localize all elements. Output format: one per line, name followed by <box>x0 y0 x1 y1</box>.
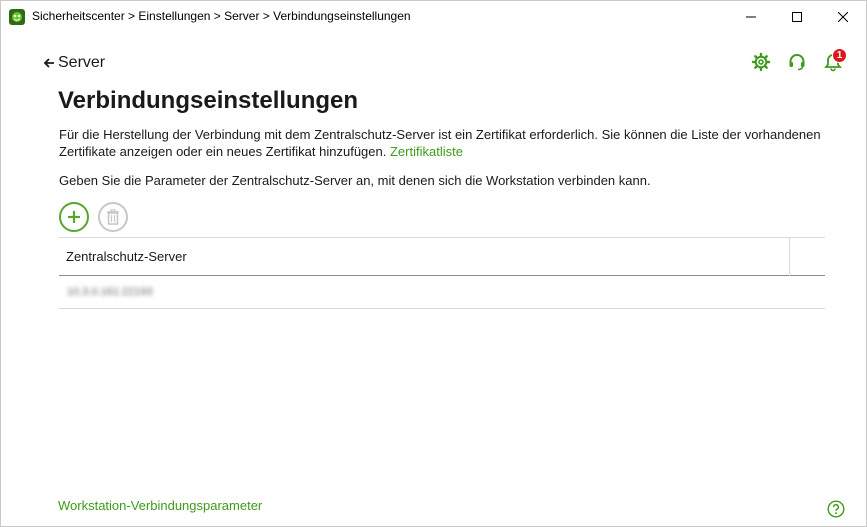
minimize-icon <box>746 16 756 17</box>
minimize-button[interactable] <box>733 1 769 32</box>
title-bar: Sicherheitscenter > Einstellungen > Serv… <box>1 1 866 32</box>
trash-icon <box>107 209 119 225</box>
back-to-server-link[interactable]: Server <box>43 54 105 72</box>
column-divider <box>789 238 790 276</box>
window-title: Sicherheitscenter > Einstellungen > Serv… <box>32 9 411 23</box>
server-address-cell: 10.3.0.161:22193 <box>67 286 153 298</box>
certificate-list-link[interactable]: Zertifikatliste <box>390 144 463 159</box>
table-header: Zentralschutz-Server <box>59 237 825 276</box>
table-row[interactable]: 10.3.0.161:22193 <box>59 276 825 309</box>
close-button[interactable] <box>825 1 861 32</box>
delete-server-button[interactable] <box>98 202 128 232</box>
close-icon <box>838 11 848 22</box>
page-title: Verbindungseinstellungen <box>58 87 359 114</box>
headset-icon[interactable] <box>787 52 807 72</box>
question-mark-icon[interactable] <box>827 500 845 518</box>
app-window: Sicherheitscenter > Einstellungen > Serv… <box>0 0 867 527</box>
back-label: Server <box>58 54 106 71</box>
arrow-left-icon <box>43 58 54 68</box>
add-server-button[interactable] <box>59 202 89 232</box>
instruction-text: Geben Sie die Parameter der Zentralschut… <box>59 173 651 188</box>
plus-icon <box>68 211 80 223</box>
column-header-server[interactable]: Zentralschutz-Server <box>59 249 187 264</box>
app-logo-icon <box>9 9 25 25</box>
notification-badge: 1 <box>832 48 847 63</box>
description: Für die Herstellung der Verbindung mit d… <box>59 126 829 160</box>
maximize-icon <box>792 11 802 22</box>
maximize-button[interactable] <box>779 1 815 32</box>
gear-icon[interactable] <box>751 52 771 72</box>
workstation-connection-parameters-link[interactable]: Workstation-Verbindungsparameter <box>58 498 262 513</box>
server-table: Zentralschutz-Server 10.3.0.161:22193 <box>59 237 825 309</box>
